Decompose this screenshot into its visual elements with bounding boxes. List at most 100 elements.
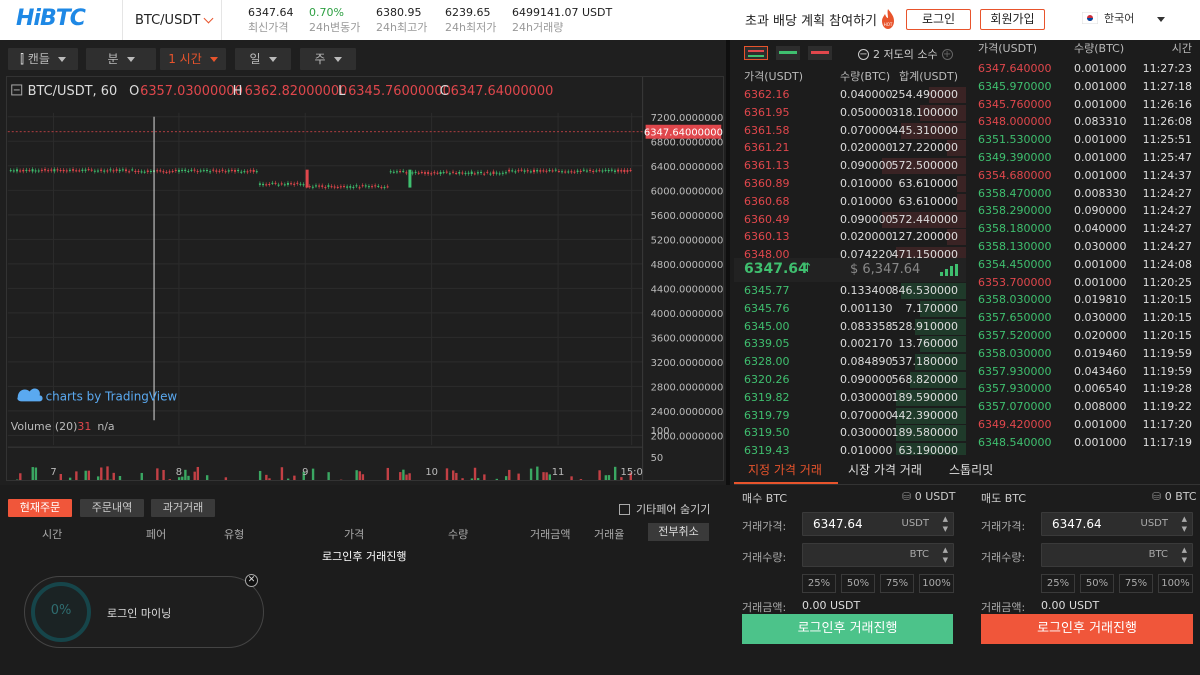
volume-bar: [59, 473, 62, 480]
sell-qty-input[interactable]: BTC ▲ ▼: [1041, 543, 1193, 567]
bid-row[interactable]: 6345.77 0.133400 846.530000: [734, 282, 966, 300]
stat-value: 0.70%: [309, 6, 344, 19]
buy-qty-input[interactable]: BTC ▲ ▼: [802, 543, 954, 567]
buy-pct-25[interactable]: 25%: [802, 574, 836, 593]
trades-col-amount: 수량(BTC): [1074, 42, 1125, 55]
candle-body: [492, 171, 495, 174]
price-chart[interactable]: 7200.00000000 6800.00000000 6400.00000000 6…: [6, 76, 724, 481]
bid-row[interactable]: 6319.50 0.030000 189.580000: [734, 424, 966, 442]
bid-row[interactable]: 6319.82 0.030000 189.590000: [734, 389, 966, 407]
trade-price: 6358.180000: [978, 222, 1052, 236]
buy-price-input[interactable]: 6347.64 USDT ▲ ▼: [802, 512, 954, 536]
trade-row: 6357.930000 0.043460 11:19:59: [968, 363, 1200, 381]
sell-login-button[interactable]: 로그인후 거래진행: [981, 614, 1193, 644]
ask-row[interactable]: 6361.13 0.090000 572.500000: [734, 157, 966, 175]
depth-bar: [956, 176, 966, 192]
volume-bar: [193, 471, 196, 480]
signup-button[interactable]: 회원가입: [980, 9, 1045, 30]
ask-row[interactable]: 6361.21 0.020000 127.220000: [734, 139, 966, 157]
login-button[interactable]: 로그인: [906, 9, 971, 30]
candle-body: [190, 169, 193, 171]
hide-other-pairs[interactable]: 기타페어 숨기기: [619, 501, 710, 517]
trade-amount: 0.001000: [1074, 275, 1127, 289]
pair-selector[interactable]: BTC/USDT: [122, 0, 222, 40]
view-both-icon[interactable]: [744, 46, 768, 60]
language-selector[interactable]: 한국어: [1082, 10, 1134, 26]
sell-pct-50[interactable]: 50%: [1080, 574, 1114, 593]
sell-pct-25[interactable]: 25%: [1041, 574, 1075, 593]
ask-row[interactable]: 6361.95 0.050000 318.100000: [734, 104, 966, 122]
ask-row[interactable]: 6360.49 0.090000 572.440000: [734, 211, 966, 229]
ask-row[interactable]: 6360.68 0.010000 63.610000: [734, 193, 966, 211]
mid-last-price: 6347.64: [744, 261, 808, 277]
trade-time: 11:24:08: [1142, 257, 1192, 271]
timeframe-week[interactable]: 주: [300, 48, 356, 70]
buy-login-button[interactable]: 로그인후 거래진행: [742, 614, 953, 644]
candle-body: [523, 170, 526, 172]
bid-row[interactable]: 6345.76 0.001130 7.170000: [734, 300, 966, 318]
timeframe-minute[interactable]: 분: [86, 48, 156, 70]
cancel-all-button[interactable]: 전부취소: [648, 523, 709, 541]
ask-row[interactable]: 6361.58 0.070000 445.310000: [734, 122, 966, 140]
sell-price-input[interactable]: 6347.64 USDT ▲ ▼: [1041, 512, 1193, 536]
tab-stop-limit[interactable]: 스톱리밋: [949, 461, 993, 478]
promo-link[interactable]: 초과 배당 계획 참여하기: [745, 10, 877, 29]
plus-icon[interactable]: +: [941, 48, 953, 60]
candle-body: [557, 170, 560, 172]
timeframe-hour[interactable]: 1 시간: [160, 48, 226, 70]
close-icon[interactable]: ✕: [245, 574, 258, 587]
buy-pct-50[interactable]: 50%: [841, 574, 875, 593]
col-pair: 페어: [146, 528, 167, 541]
trade-time: 11:20:15: [1142, 293, 1192, 307]
ask-row[interactable]: 6362.16 0.040000 254.490000: [734, 86, 966, 104]
bid-row[interactable]: 6339.05 0.002170 13.760000: [734, 335, 966, 353]
tab-order-history[interactable]: 주문내역: [80, 499, 144, 517]
mining-progress-ring: 0%: [31, 582, 91, 642]
view-bids-icon[interactable]: [776, 46, 800, 60]
tab-trade-history[interactable]: 과거거래: [151, 499, 215, 517]
view-asks-icon[interactable]: [808, 46, 832, 60]
tab-open-orders[interactable]: 현재주문: [8, 499, 72, 517]
buy-pct-75[interactable]: 75%: [880, 574, 914, 593]
tab-limit[interactable]: 지정 가격 거래: [748, 461, 822, 478]
candle-body: [50, 169, 53, 171]
bid-row[interactable]: 6319.79 0.070000 442.390000: [734, 407, 966, 425]
candle-type-dropdown[interactable]: ⫿ 캔들: [8, 48, 78, 70]
ask-amount: 0.090000: [840, 212, 893, 226]
buy-price-label: 거래가격:: [742, 520, 787, 533]
candle-body: [252, 169, 255, 172]
candle-body: [177, 169, 180, 172]
logo[interactable]: HiBTC: [16, 6, 106, 34]
tab-market[interactable]: 시장 가격 거래: [848, 461, 922, 478]
stepper-icon[interactable]: ▲ ▼: [1182, 514, 1187, 534]
volume-bar: [458, 480, 460, 481]
buy-pct-100[interactable]: 100%: [919, 574, 954, 593]
volume-bar: [75, 471, 78, 480]
candle-body: [442, 172, 445, 174]
stepper-icon[interactable]: ▲ ▼: [943, 545, 948, 565]
checkbox[interactable]: [619, 503, 630, 515]
bid-row[interactable]: 6320.26 0.090000 568.820000: [734, 371, 966, 389]
minus-icon[interactable]: −: [858, 48, 869, 60]
bid-amount: 0.133400: [840, 284, 893, 297]
sell-pct-75[interactable]: 75%: [1119, 574, 1153, 593]
bid-amount: 0.090000: [840, 373, 893, 386]
ask-total: 318.100000: [891, 105, 958, 119]
candle-body: [533, 169, 535, 173]
mining-widget[interactable]: 0% 로그인 마이닝 ✕: [24, 574, 264, 648]
col-price: 가격(USDT): [744, 70, 804, 83]
bid-row[interactable]: 6328.00 0.084890 537.180000: [734, 353, 966, 371]
stepper-icon[interactable]: ▲ ▼: [943, 514, 948, 534]
ask-row[interactable]: 6360.89 0.010000 63.610000: [734, 175, 966, 193]
tradingview-logo[interactable]: charts by TradingView: [17, 388, 177, 403]
timeframe-day-label: 일: [249, 52, 261, 66]
timeframe-day[interactable]: 일: [235, 48, 291, 70]
ask-row[interactable]: 6360.13 0.020000 127.200000: [734, 228, 966, 246]
bid-row[interactable]: 6345.00 0.083358 528.910000: [734, 318, 966, 336]
caret-down-icon[interactable]: [1157, 17, 1165, 22]
stepper-icon[interactable]: ▲ ▼: [1182, 545, 1187, 565]
volume-bar: [286, 478, 290, 480]
stat-value: 6239.65: [445, 6, 491, 19]
sell-pct-100[interactable]: 100%: [1158, 574, 1193, 593]
decimals-selector[interactable]: − 2 저도의 소수 +: [858, 46, 953, 62]
